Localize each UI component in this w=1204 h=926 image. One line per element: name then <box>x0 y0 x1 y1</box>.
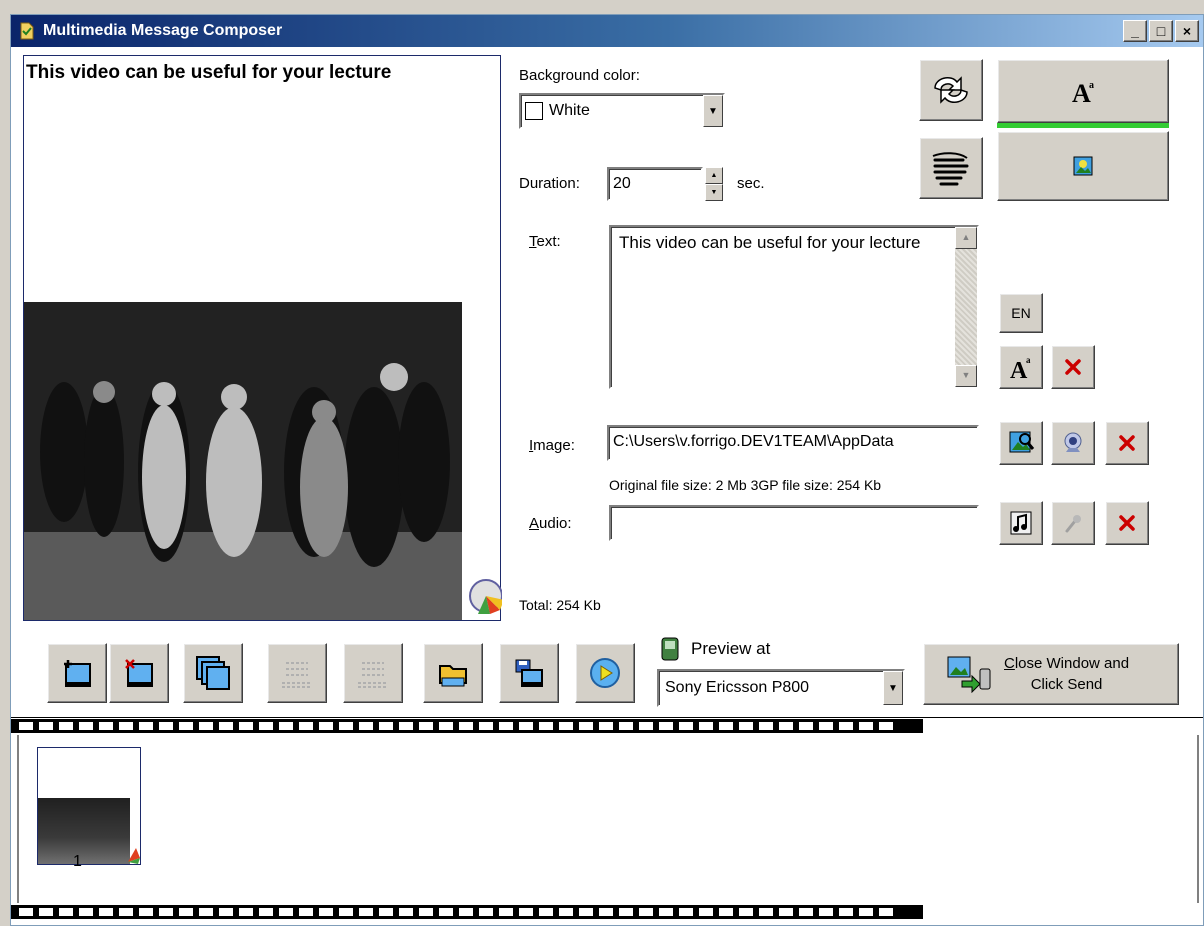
move-left-icon <box>282 662 312 688</box>
main-window: Multimedia Message Composer _ □ × This v… <box>10 14 1204 926</box>
language-button[interactable]: EN <box>999 293 1043 333</box>
delete-icon <box>1065 359 1081 375</box>
file-size-info: Original file size: 2 Mb 3GP file size: … <box>609 477 882 493</box>
device-select[interactable]: Sony Ericsson P800 ▼ <box>657 669 905 707</box>
font-icon: A a <box>1072 79 1094 106</box>
duration-stepper[interactable]: ▲ ▼ <box>705 167 723 201</box>
hand-button[interactable] <box>919 137 983 199</box>
microphone-icon <box>1065 515 1081 533</box>
browse-audio-button[interactable] <box>999 501 1043 545</box>
slide-preview: This video can be useful for your lectur… <box>23 55 502 621</box>
minimize-button[interactable]: _ <box>1123 20 1147 42</box>
text-input[interactable]: This video can be useful for your lectur… <box>609 225 979 389</box>
filmstrip-top <box>11 719 923 733</box>
filmstrip-divider <box>11 717 1203 718</box>
device-select-value: Sony Ericsson P800 <box>665 679 810 696</box>
svg-text:a: a <box>1026 355 1031 365</box>
stepper-down-icon[interactable]: ▼ <box>705 184 723 201</box>
text-scrollbar[interactable]: ▲ ▼ <box>955 227 977 387</box>
filmstrip-bottom <box>11 905 923 919</box>
move-slide-left-button[interactable] <box>267 643 327 703</box>
webcam-icon <box>1064 432 1082 452</box>
image-label: Image: <box>529 437 575 454</box>
active-mode-indicator <box>997 123 1169 128</box>
background-color-value: White <box>549 102 590 119</box>
phone-icon <box>661 637 679 661</box>
delete-image-button[interactable] <box>1105 421 1149 465</box>
slide-number: 1 <box>73 853 82 870</box>
save-button[interactable] <box>499 643 559 703</box>
scroll-down-icon[interactable]: ▼ <box>955 365 977 387</box>
browse-image-button[interactable] <box>999 421 1043 465</box>
play-icon <box>590 658 620 688</box>
webcam-button[interactable] <box>1051 421 1095 465</box>
preview-text: This video can be useful for your lectur… <box>26 62 392 83</box>
video-media-icon <box>128 848 140 864</box>
audio-path-input[interactable] <box>609 505 979 541</box>
slides-stack-icon <box>196 656 230 690</box>
delete-slide-icon <box>125 659 153 687</box>
delete-icon <box>1119 435 1135 451</box>
maximize-button[interactable]: □ <box>1149 20 1173 42</box>
save-icon <box>515 659 543 687</box>
duration-unit: sec. <box>737 175 765 192</box>
delete-text-button[interactable] <box>1051 345 1095 389</box>
send-to-phone-icon <box>947 656 991 693</box>
delete-slide-button[interactable] <box>109 643 169 703</box>
duration-input[interactable]: 20 <box>607 167 703 201</box>
image-insert-icon <box>1073 156 1093 176</box>
delete-icon <box>1119 515 1135 531</box>
image-path-input[interactable]: C:\Users\v.forrigo.DEV1TEAM\AppData <box>607 425 979 461</box>
move-slide-right-button[interactable] <box>343 643 403 703</box>
total-size: Total: 254 Kb <box>519 597 601 613</box>
text-label: Text: <box>529 233 561 250</box>
duplicate-slide-button[interactable] <box>183 643 243 703</box>
title-bar[interactable]: Multimedia Message Composer _ □ × <box>11 15 1203 47</box>
hand-icon <box>932 152 969 186</box>
close-button[interactable]: × <box>1175 20 1199 42</box>
add-slide-button[interactable] <box>47 643 107 703</box>
slides-panel <box>17 735 1199 903</box>
chevron-down-icon[interactable]: ▼ <box>703 95 723 127</box>
color-swatch <box>525 102 543 120</box>
chevron-down-icon[interactable]: ▼ <box>883 671 903 705</box>
image-mode-button[interactable] <box>997 131 1169 201</box>
music-note-icon <box>1010 511 1032 535</box>
text-mode-button[interactable]: A a <box>997 59 1169 123</box>
close-and-send-button[interactable]: Close Window and Click Send <box>923 643 1179 705</box>
text-format-button[interactable]: A a <box>999 345 1043 389</box>
slide-thumbnail[interactable] <box>37 747 141 865</box>
slide-thumbnail-image <box>38 798 130 864</box>
stepper-up-icon[interactable]: ▲ <box>705 167 723 184</box>
background-color-select[interactable]: White ▼ <box>519 93 725 129</box>
app-icon <box>20 22 34 40</box>
background-color-label: Background color: <box>519 67 640 84</box>
play-button[interactable] <box>575 643 635 703</box>
move-right-icon <box>358 662 388 688</box>
add-slide-icon <box>64 660 91 687</box>
svg-text:a: a <box>1089 80 1094 91</box>
rotate-arrows-icon <box>934 76 968 104</box>
font-icon: A a <box>1010 355 1031 381</box>
audio-label: Audio: <box>529 515 572 532</box>
scroll-up-icon[interactable]: ▲ <box>955 227 977 249</box>
record-audio-button[interactable] <box>1051 501 1095 545</box>
video-media-icon <box>469 579 502 614</box>
open-button[interactable] <box>423 643 483 703</box>
text-input-value: This video can be useful for your lectur… <box>619 233 921 252</box>
window-title: Multimedia Message Composer <box>43 22 283 39</box>
preview-video-frame <box>24 302 462 620</box>
image-search-icon <box>1009 431 1035 453</box>
preview-at-label: Preview at <box>691 639 771 658</box>
delete-audio-button[interactable] <box>1105 501 1149 545</box>
rotate-button[interactable] <box>919 59 983 121</box>
folder-open-icon <box>439 665 467 687</box>
close-and-send-label: Close Window and Click Send <box>1004 655 1130 693</box>
duration-label: Duration: <box>519 175 580 192</box>
